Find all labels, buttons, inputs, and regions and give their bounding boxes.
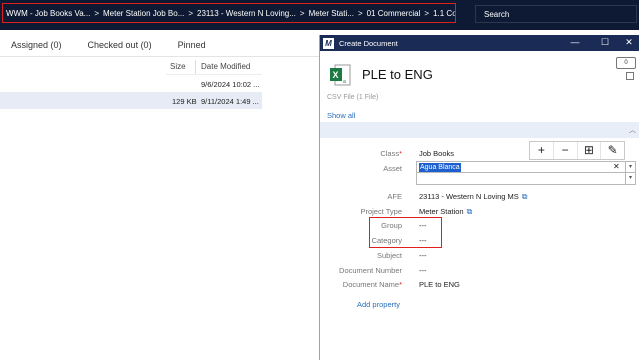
subject-value[interactable]: --- — [419, 251, 427, 260]
add-icon[interactable]: + — [530, 142, 554, 159]
asset-field[interactable]: Agua Blanca ✕ — [416, 161, 626, 173]
table-row[interactable]: 129 KB 9/11/2024 1:49 ... — [0, 92, 262, 109]
breadcrumb-item[interactable]: 23113 - Western N Loving... — [197, 9, 296, 18]
breadcrumb-separator: > — [299, 8, 305, 18]
svg-text:X: X — [333, 70, 339, 80]
tab-checked-out[interactable]: Checked out (0) — [77, 36, 163, 56]
breadcrumb-item[interactable]: Meter Stati... — [309, 9, 354, 18]
breadcrumb-separator: > — [357, 8, 363, 18]
add-new-icon[interactable]: ⊞ — [578, 142, 602, 159]
expand-icon[interactable] — [626, 72, 634, 80]
maximize-button[interactable]: ☐ — [599, 37, 611, 48]
breadcrumb-separator: > — [188, 8, 194, 18]
breadcrumb-item[interactable]: WWM - Job Books Va... — [6, 9, 90, 18]
dialog-title-bar: M Create Document — ☐ ✕ — [320, 35, 639, 51]
column-header-size[interactable]: Size — [170, 62, 186, 71]
external-link-icon[interactable]: ⧉ — [522, 192, 528, 201]
breadcrumb-item[interactable]: 01 Commercial — [367, 9, 421, 18]
highlight-box — [369, 217, 442, 248]
clear-icon[interactable]: ✕ — [613, 162, 620, 171]
asset-label: Asset — [383, 164, 402, 173]
tab-divider — [0, 56, 320, 57]
properties-header-band — [320, 122, 639, 138]
breadcrumb-separator: > — [424, 8, 430, 18]
create-document-dialog: M Create Document — ☐ ✕ X a PLE to ENG 0… — [319, 35, 639, 360]
table-row[interactable]: 9/6/2024 10:02 ... — [0, 75, 262, 92]
document-number-value[interactable]: --- — [419, 266, 427, 275]
breadcrumb: WWM - Job Books Va... > Meter Station Jo… — [2, 3, 456, 23]
asset-selected-value: Agua Blanca — [419, 163, 461, 172]
subject-label: Subject — [376, 251, 402, 260]
document-title: PLE to ENG — [362, 67, 433, 82]
breadcrumb-separator: > — [94, 8, 99, 18]
afe-value: 23113 - Western N Loving MS ⧉ — [419, 192, 528, 201]
comments-icon[interactable]: 0 — [616, 57, 636, 69]
afe-label: AFE — [387, 192, 402, 201]
remove-icon[interactable]: − — [554, 142, 578, 159]
file-type-label: CSV File (1 File) — [327, 94, 379, 101]
edit-icon[interactable]: ✎ — [601, 142, 624, 159]
external-link-icon[interactable]: ⧉ — [467, 207, 473, 216]
column-header-date-modified[interactable]: Date Modified — [201, 62, 250, 71]
add-property-link[interactable]: Add property — [357, 300, 400, 309]
search-input[interactable] — [475, 5, 637, 23]
breadcrumb-item[interactable]: 1.1 Cost Estimate — [433, 9, 455, 18]
document-name-value[interactable]: PLE to ENG — [419, 280, 460, 289]
class-value: Job Books — [419, 149, 455, 158]
dialog-title: Create Document — [339, 38, 398, 48]
document-name-label: Document Name* — [342, 280, 402, 289]
asset-field-empty[interactable] — [416, 173, 626, 185]
tab-bar: Assigned (0) Checked out (0) Pinned — [0, 36, 217, 56]
project-type-value: Meter Station ⧉ — [419, 207, 473, 216]
svg-text:a: a — [343, 79, 346, 85]
class-label: Class* — [380, 149, 402, 158]
top-bar: WWM - Job Books Va... > Meter Station Jo… — [0, 0, 639, 30]
collapse-caret-icon[interactable]: ︿ — [629, 125, 636, 135]
close-button[interactable]: ✕ — [623, 37, 635, 48]
property-toolbar: + − ⊞ ✎ — [529, 141, 625, 160]
tab-pinned[interactable]: Pinned — [167, 36, 217, 56]
row-size: 129 KB — [172, 97, 197, 106]
app-logo-icon: M — [323, 37, 334, 49]
column-divider — [195, 60, 196, 74]
excel-file-icon: X a — [330, 64, 351, 86]
chevron-down-icon[interactable]: ▾ — [626, 173, 636, 185]
row-date: 9/6/2024 10:02 ... — [201, 80, 260, 89]
minimize-button[interactable]: — — [569, 37, 581, 47]
row-date: 9/11/2024 1:49 ... — [201, 97, 259, 106]
breadcrumb-item[interactable]: Meter Station Job Bo... — [103, 9, 184, 18]
show-all-link[interactable]: Show all — [327, 111, 355, 120]
document-number-label: Document Number — [339, 266, 402, 275]
project-type-label: Project Type — [360, 207, 402, 216]
tab-assigned[interactable]: Assigned (0) — [0, 36, 73, 56]
chevron-down-icon[interactable]: ▾ — [626, 161, 636, 173]
